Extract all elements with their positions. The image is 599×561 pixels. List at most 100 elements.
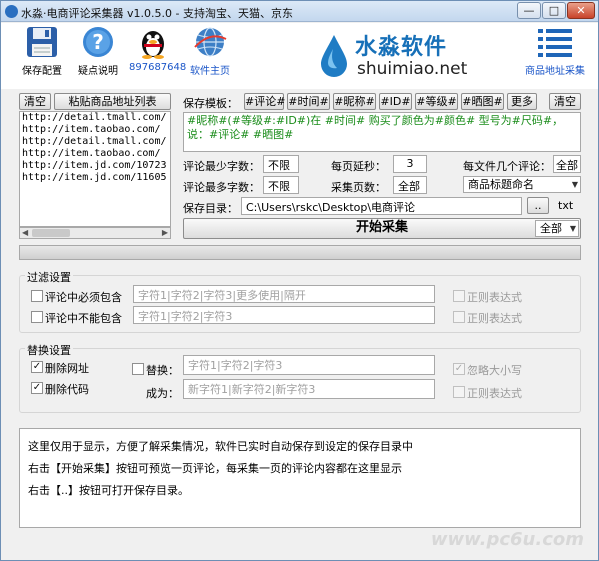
more-tags-button[interactable]: 更多 [507, 93, 537, 110]
browse-dir-button[interactable]: .. [527, 197, 549, 214]
template-label: 保存模板： [183, 97, 238, 110]
url-item: http://detail.tmall.com/ [22, 136, 167, 147]
clear-template-button[interactable]: 清空 [549, 93, 581, 110]
min-chars-input[interactable]: 不限 [263, 155, 299, 173]
naming-select-value: 商品标题命名 [468, 178, 534, 191]
tag-time-button[interactable]: #时间# [287, 93, 330, 110]
water-drop-icon [321, 35, 347, 77]
tag-nickname-button[interactable]: #昵称# [333, 93, 376, 110]
ignore-case-label: 忽略大小写 [467, 364, 522, 377]
regex2-checkbox[interactable] [453, 311, 465, 323]
regex1-checkbox[interactable] [453, 290, 465, 302]
help-button[interactable]: ? 疑点说明 [75, 25, 121, 77]
clear-urls-button[interactable]: 清空 [19, 93, 51, 110]
pages-input[interactable]: 全部 [393, 176, 427, 194]
qq-penguin-icon [142, 31, 164, 59]
regex2-label: 正则表达式 [467, 312, 522, 325]
close-button[interactable]: ✕ [567, 2, 595, 19]
progress-bar [19, 245, 581, 260]
toolbar: 保存配置 ? 疑点说明 897687648 软件主页 水淼软件 shuimiao… [1, 23, 598, 89]
log-line-3: 右击【..】按钮可打开保存目录。 [28, 484, 189, 497]
svg-text:?: ? [92, 30, 104, 54]
app-icon [5, 5, 18, 18]
save-config-button[interactable]: 保存配置 [19, 25, 65, 77]
globe-icon [194, 27, 227, 57]
log-line-2: 右击【开始采集】按钮可预览一页评论，每采集一页的评论内容都在这里显示 [28, 462, 402, 475]
url-collect-button[interactable]: 商品地址采集 [525, 25, 585, 77]
regex1-label: 正则表达式 [467, 291, 522, 304]
tag-id-button[interactable]: #ID# [379, 93, 412, 110]
must-include-label: 评论中必须包含 [45, 291, 122, 304]
brand-logo: 水淼软件 shuimiao.net [319, 29, 469, 85]
brand-name-cn: 水淼软件 [355, 35, 448, 60]
homepage-button[interactable]: 软件主页 [185, 25, 235, 77]
replace-label: 替换： [146, 364, 179, 377]
must-not-checkbox[interactable] [31, 311, 43, 323]
del-code-label: 删除代码 [45, 383, 89, 396]
per-file-label: 每文件几个评论： [463, 160, 551, 173]
url-item: http://detail.tmall.com/ [22, 112, 167, 123]
max-chars-label: 评论最多字数： [183, 181, 260, 194]
must-not-input[interactable]: 字符1|字符2|字符3 [133, 306, 435, 324]
app-window: 水淼·电商评论采集器 v1.0.5.0 - 支持淘宝、天猫、京东 — □ ✕ 保… [0, 0, 599, 561]
log-line-1: 这里仅用于显示，方便了解采集情况，软件已实时自动保存到设定的保存目录中 [28, 440, 413, 453]
url-list-scrollbar[interactable]: ◀ ▶ [19, 227, 171, 239]
replace-group-title: 替换设置 [25, 342, 73, 358]
window-title: 水淼·电商评论采集器 v1.0.5.0 - 支持淘宝、天猫、京东 [21, 7, 293, 20]
list-menu-icon [538, 29, 572, 57]
scroll-right-icon[interactable]: ▶ [162, 228, 168, 237]
help-label: 疑点说明 [78, 66, 118, 77]
qq-number-label: 897687648 [129, 62, 187, 73]
watermark: www.pc6u.com [430, 529, 584, 550]
start-collect-button[interactable]: 开始采集 [183, 218, 581, 239]
must-include-checkbox[interactable] [31, 290, 43, 302]
filter-group-title: 过滤设置 [25, 269, 73, 285]
regex3-label: 正则表达式 [467, 387, 522, 400]
delay-input[interactable]: 3 [393, 155, 427, 173]
url-item: http://item.taobao.com/ [22, 148, 161, 159]
question-icon: ? [83, 27, 113, 57]
del-url-label: 删除网址 [45, 362, 89, 375]
ignore-case-checkbox[interactable]: ✓ [453, 363, 465, 375]
url-list[interactable]: http://detail.tmall.com/ http://item.tao… [19, 111, 171, 227]
must-not-label: 评论中不能包含 [45, 312, 122, 325]
to-label: 成为： [146, 387, 179, 400]
replace-checkbox[interactable] [132, 363, 144, 375]
chevron-down-icon: ▼ [571, 180, 578, 189]
chevron-down-icon: ▼ [569, 224, 576, 233]
floppy-disk-icon [27, 27, 57, 57]
naming-select[interactable]: 商品标题命名 ▼ [463, 176, 581, 193]
save-config-label: 保存配置 [22, 66, 62, 77]
qq-button[interactable]: 897687648 [129, 25, 187, 73]
tag-level-button[interactable]: #等级# [415, 93, 458, 110]
scope-select[interactable]: 全部 ▼ [535, 220, 579, 237]
file-ext-label: txt [555, 197, 581, 215]
minimize-button[interactable]: — [517, 2, 541, 19]
url-item: http://item.jd.com/11605 [22, 172, 167, 183]
homepage-label: 软件主页 [190, 66, 230, 77]
save-dir-label: 保存目录： [183, 202, 238, 215]
brand-name-en: shuimiao.net [357, 59, 468, 79]
min-chars-label: 评论最少字数： [183, 160, 260, 173]
url-collect-label: 商品地址采集 [525, 66, 585, 77]
maximize-button[interactable]: □ [542, 2, 566, 19]
scroll-thumb[interactable] [32, 229, 70, 237]
must-include-input[interactable]: 字符1|字符2|字符3|更多使用|隔开 [133, 285, 435, 303]
tag-photo-button[interactable]: #晒图# [461, 93, 504, 110]
log-output[interactable]: 这里仅用于显示，方便了解采集情况，软件已实时自动保存到设定的保存目录中 右击【开… [19, 428, 581, 528]
del-code-checkbox[interactable]: ✓ [31, 382, 43, 394]
scroll-left-icon[interactable]: ◀ [22, 228, 28, 237]
del-url-checkbox[interactable]: ✓ [31, 361, 43, 373]
paste-urls-button[interactable]: 粘贴商品地址列表 [54, 93, 171, 110]
delay-label: 每页延秒： [331, 160, 386, 173]
url-item: http://item.taobao.com/ [22, 124, 161, 135]
replace-input[interactable]: 字符1|字符2|字符3 [183, 355, 435, 375]
max-chars-input[interactable]: 不限 [263, 176, 299, 194]
save-dir-input[interactable]: C:\Users\rskc\Desktop\电商评论 [241, 197, 522, 215]
to-input[interactable]: 新字符1|新字符2|新字符3 [183, 379, 435, 399]
scope-select-value: 全部 [540, 222, 562, 235]
tag-comment-button[interactable]: #评论# [244, 93, 285, 110]
per-file-input[interactable]: 全部 [553, 155, 581, 173]
regex3-checkbox[interactable] [453, 386, 465, 398]
template-input[interactable]: #昵称#(#等级#:#ID#)在 #时间# 购买了颜色为#颜色# 型号为#尺码#… [183, 112, 581, 152]
